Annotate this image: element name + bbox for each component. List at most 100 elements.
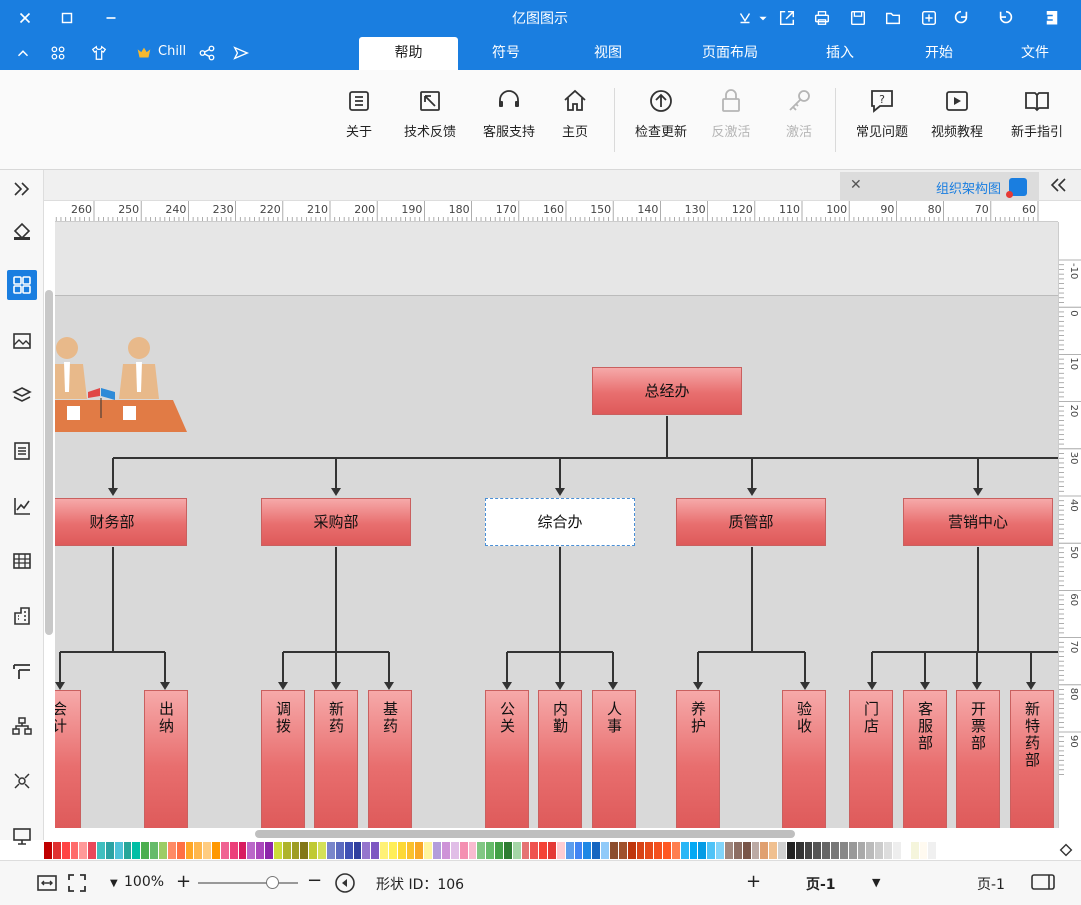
color-swatch[interactable] [150, 842, 159, 859]
color-swatch[interactable] [548, 842, 557, 859]
vertical-scrollbar[interactable] [45, 290, 53, 635]
color-swatch[interactable] [203, 842, 213, 859]
tab-page-layout[interactable]: 页面布局 [680, 37, 780, 70]
color-swatch[interactable] [636, 842, 646, 859]
minimize-icon[interactable] [100, 7, 122, 29]
color-swatch[interactable] [397, 842, 407, 859]
color-swatch[interactable] [486, 842, 496, 859]
zoom-dropdown-icon[interactable]: ▼ [110, 878, 118, 889]
tab-insert[interactable]: 插入 [805, 37, 875, 70]
tab-symbol[interactable]: 符号 [471, 37, 541, 70]
color-swatch[interactable] [618, 842, 628, 859]
color-swatch[interactable] [583, 842, 593, 859]
format-icon[interactable] [7, 656, 37, 686]
page-icon[interactable] [7, 436, 37, 466]
org-node-leaf[interactable]: 公关 [485, 690, 529, 828]
save-icon[interactable] [847, 7, 869, 29]
open-icon[interactable] [882, 7, 904, 29]
org-node-leaf[interactable]: 会计 [55, 690, 81, 828]
send-icon[interactable] [230, 42, 252, 64]
tab-home[interactable]: 开始 [904, 37, 974, 70]
customer-support-button[interactable]: 客服支持 [476, 82, 542, 160]
color-swatch[interactable] [52, 842, 62, 859]
color-swatch[interactable] [371, 842, 381, 859]
color-swatch[interactable] [105, 842, 115, 859]
org-node-leaf[interactable]: 人事 [592, 690, 636, 828]
undo-icon[interactable] [950, 7, 972, 29]
redo-icon[interactable] [995, 7, 1017, 29]
grid-icon[interactable] [7, 270, 37, 300]
close-tab-icon[interactable]: ✕ [850, 177, 862, 193]
color-swatch[interactable] [335, 842, 345, 859]
color-swatch[interactable] [114, 842, 124, 859]
color-swatch[interactable] [309, 842, 319, 859]
color-swatch[interactable] [220, 842, 230, 859]
zoom-out-icon[interactable]: − [307, 870, 322, 891]
fill-icon[interactable] [7, 216, 37, 246]
color-swatch[interactable] [742, 842, 752, 859]
org-node-dept[interactable]: 财务部 [55, 498, 187, 546]
layers-icon[interactable] [7, 381, 37, 411]
color-swatch[interactable] [875, 842, 885, 859]
tab-view[interactable]: 视图 [573, 37, 643, 70]
collapse-ribbon-icon[interactable] [12, 42, 34, 64]
color-swatch[interactable] [459, 842, 469, 859]
check-update-button[interactable]: 检查更新 [628, 82, 694, 160]
tech-feedback-button[interactable]: 技术反馈 [397, 82, 463, 160]
color-swatch[interactable] [97, 842, 106, 859]
color-swatch[interactable] [477, 842, 487, 859]
org-node-leaf[interactable]: 内勤 [538, 690, 582, 828]
horizontal-scrollbar[interactable] [255, 830, 795, 838]
color-swatch[interactable] [318, 842, 327, 859]
user-name[interactable]: Chill [158, 44, 186, 59]
color-swatch[interactable] [291, 842, 301, 859]
color-swatch[interactable] [884, 842, 893, 859]
color-swatch[interactable] [61, 842, 71, 859]
org-node-leaf[interactable]: 验收 [782, 690, 826, 828]
color-swatch[interactable] [450, 842, 460, 859]
tab-file[interactable]: 文件 [1000, 37, 1070, 70]
org-node-dept-selected[interactable]: 综合办 [485, 498, 635, 546]
color-swatch[interactable] [158, 842, 168, 859]
play-icon[interactable] [334, 872, 356, 894]
color-swatch[interactable] [760, 842, 770, 859]
color-swatch[interactable] [282, 842, 292, 859]
color-swatch[interactable] [751, 842, 761, 859]
color-swatch[interactable] [928, 842, 938, 859]
color-swatch[interactable] [353, 842, 363, 859]
color-swatch[interactable] [238, 842, 248, 859]
color-swatch[interactable] [79, 842, 89, 859]
zoom-in-icon[interactable]: + [176, 871, 191, 892]
color-swatch[interactable] [300, 842, 310, 859]
fit-width-icon[interactable] [36, 872, 58, 894]
chart-icon[interactable] [7, 491, 37, 521]
color-swatch[interactable] [433, 842, 442, 859]
color-swatch[interactable] [212, 842, 221, 859]
org-node-leaf[interactable]: 开票部 [956, 690, 1000, 828]
video-tutorial-button[interactable]: 视频教程 [924, 82, 990, 160]
tab-help[interactable]: 帮助 [359, 37, 458, 70]
beginner-guide-button[interactable]: 新手指引 [1004, 82, 1070, 160]
org-node-leaf[interactable]: 基药 [368, 690, 412, 828]
color-swatch[interactable] [123, 842, 133, 859]
org-node-leaf[interactable]: 新特药部 [1010, 690, 1054, 828]
maximize-icon[interactable] [56, 7, 78, 29]
org-node-dept[interactable]: 营销中心 [903, 498, 1053, 546]
color-swatch[interactable] [415, 842, 425, 859]
org-node-leaf[interactable]: 出纳 [144, 690, 188, 828]
color-swatch[interactable] [273, 842, 283, 859]
color-swatch[interactable] [733, 842, 743, 859]
about-button[interactable]: 关于 [340, 82, 378, 160]
print-icon[interactable] [811, 7, 833, 29]
color-swatch[interactable] [247, 842, 257, 859]
color-swatch[interactable] [167, 842, 177, 859]
color-swatch[interactable] [698, 842, 708, 859]
color-swatch[interactable] [795, 842, 805, 859]
color-swatch[interactable] [901, 842, 911, 859]
color-swatch[interactable] [601, 842, 610, 859]
org-node-leaf[interactable]: 养护 [676, 690, 720, 828]
color-swatch[interactable] [380, 842, 389, 859]
color-swatch[interactable] [88, 842, 98, 859]
presentation-icon[interactable] [7, 821, 37, 851]
share-icon[interactable] [196, 42, 218, 64]
